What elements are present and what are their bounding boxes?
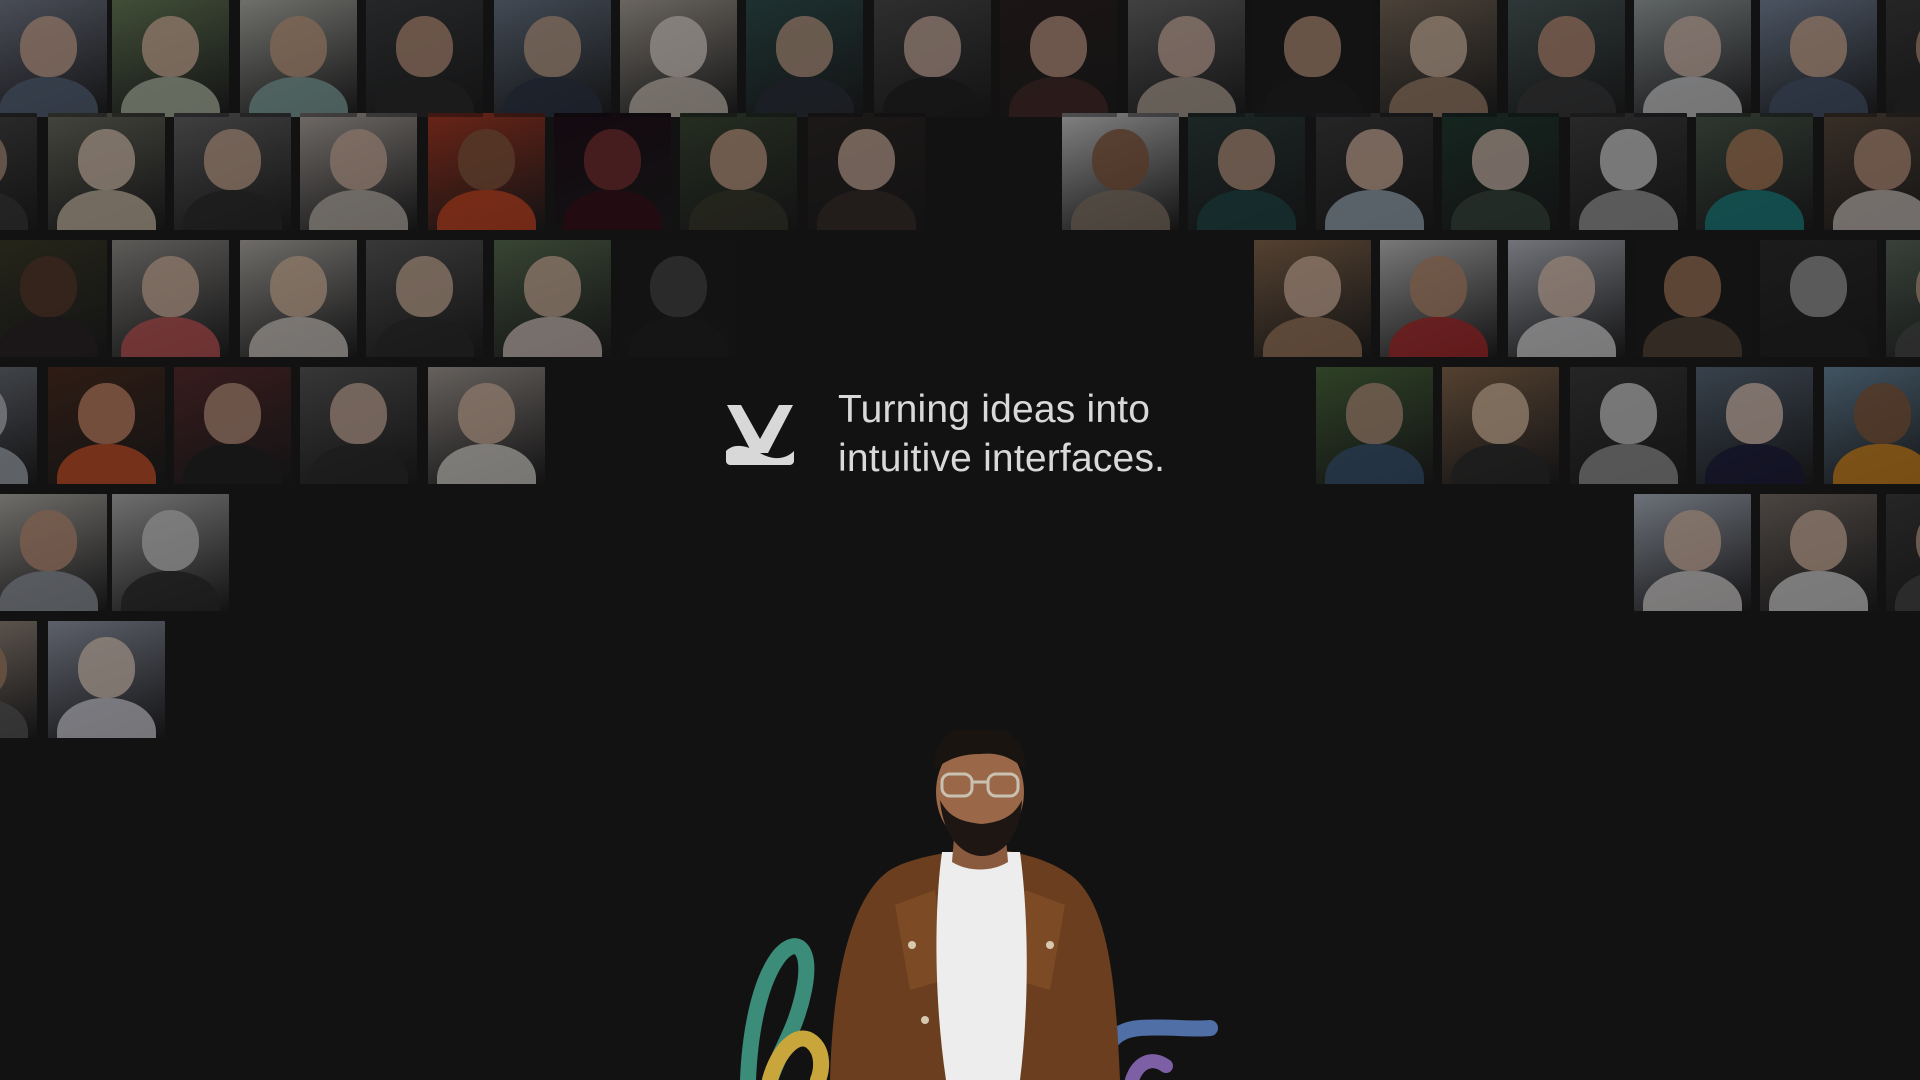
person-photo-icon: [48, 113, 165, 230]
person-photo-icon: [1508, 240, 1625, 357]
person-photo-icon: [1380, 240, 1497, 357]
person-photo-icon: [300, 367, 417, 484]
person-photo-icon: [1442, 367, 1559, 484]
person-photo-icon: [0, 367, 37, 484]
person-photo-icon: [174, 367, 291, 484]
person-photo-icon: [0, 0, 107, 117]
person-photo-icon: [554, 113, 671, 230]
person-photo-icon: [1634, 0, 1751, 117]
person-photo-icon: [494, 240, 611, 357]
person-portrait-icon: [740, 730, 1218, 1080]
person-photo-icon: [0, 240, 107, 357]
person-photo-icon: [0, 113, 37, 230]
person-photo-icon: [366, 240, 483, 357]
person-photo-icon: [48, 367, 165, 484]
tagline: Turning ideas into intuitive interfaces.: [838, 385, 1165, 483]
person-photo-icon: [1886, 0, 1920, 117]
person-photo-icon: [0, 621, 37, 738]
person-photo-icon: [1824, 367, 1920, 484]
tagline-line-1: Turning ideas into: [838, 388, 1151, 431]
person-photo-icon: [0, 494, 107, 611]
person-photo-icon: [1760, 494, 1877, 611]
person-photo-icon: [1760, 0, 1877, 117]
person-photo-icon: [112, 494, 229, 611]
person-photo-icon: [112, 0, 229, 117]
person-photo-icon: [428, 113, 545, 230]
person-photo-icon: [1316, 113, 1433, 230]
person-photo-icon: [1254, 0, 1371, 117]
person-photo-icon: [1254, 240, 1371, 357]
person-photo-icon: [366, 0, 483, 117]
person-photo-icon: [808, 113, 925, 230]
person-photo-icon: [620, 240, 737, 357]
person-photo-icon: [746, 0, 863, 117]
person-photo-icon: [1696, 113, 1813, 230]
person-photo-icon: [1634, 494, 1751, 611]
person-photo-icon: [174, 113, 291, 230]
person-photo-icon: [1508, 0, 1625, 117]
hero: Turning ideas into intuitive interfaces.: [724, 385, 1165, 483]
v-monogram-logo-icon[interactable]: [724, 403, 796, 465]
person-photo-icon: [1380, 0, 1497, 117]
person-photo-icon: [428, 367, 545, 484]
person-photo-icon: [1128, 0, 1245, 117]
person-photo-icon: [240, 240, 357, 357]
person-photo-icon: [1570, 113, 1687, 230]
person-photo-icon: [1062, 113, 1179, 230]
person-photo-icon: [1442, 113, 1559, 230]
person-photo-icon: [1824, 113, 1920, 230]
person-photo-icon: [1696, 367, 1813, 484]
person-photo-icon: [300, 113, 417, 230]
person-photo-icon: [1188, 113, 1305, 230]
person-photo-icon: [1886, 494, 1920, 611]
person-photo-icon: [1760, 240, 1877, 357]
person-photo-icon: [1634, 240, 1751, 357]
person-photo-icon: [1886, 240, 1920, 357]
person-photo-icon: [112, 240, 229, 357]
person-photo-icon: [48, 621, 165, 738]
person-photo-icon: [494, 0, 611, 117]
person-photo-icon: [874, 0, 991, 117]
tagline-line-2: intuitive interfaces.: [838, 437, 1166, 480]
person-photo-icon: [1000, 0, 1117, 117]
person-photo-icon: [680, 113, 797, 230]
person-photo-icon: [1316, 367, 1433, 484]
person-photo-icon: [240, 0, 357, 117]
person-photo-icon: [620, 0, 737, 117]
person-photo-icon: [1570, 367, 1687, 484]
